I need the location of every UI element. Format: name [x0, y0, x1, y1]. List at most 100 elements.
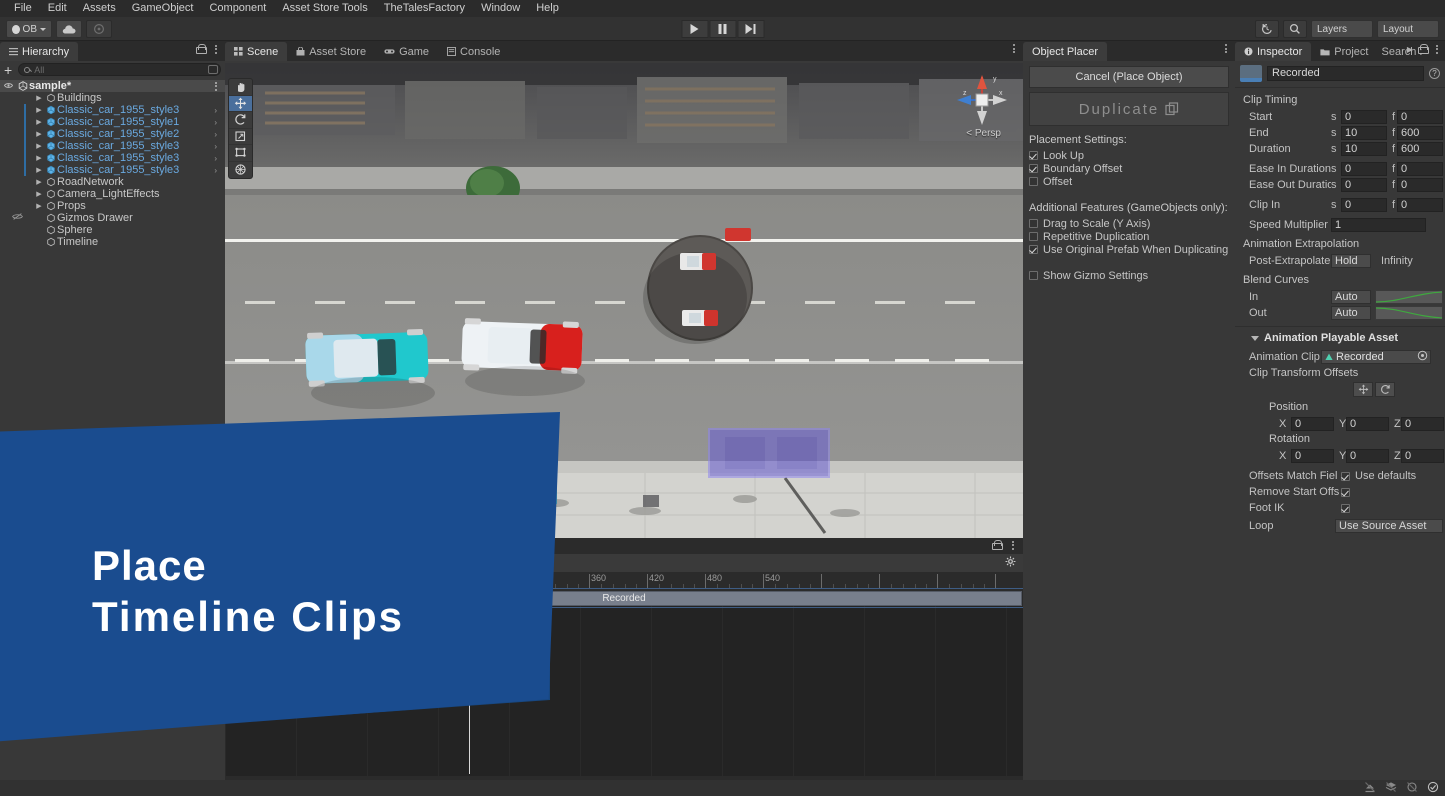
hierarchy-item-car-5[interactable]: ▶ Classic_car_1955_style3 › [0, 152, 225, 164]
scene-visibility-icon[interactable] [2, 80, 14, 92]
animation-playable-asset-foldout[interactable]: Animation Playable Asset [1235, 330, 1445, 346]
rect-tool-button[interactable] [229, 145, 252, 162]
hierarchy-item-timeline[interactable]: Timeline [0, 236, 225, 248]
tab-hierarchy[interactable]: Hierarchy [0, 42, 78, 61]
menu-item-help[interactable]: Help [528, 0, 567, 17]
rotate-offset-button[interactable] [1375, 382, 1395, 397]
menu-item-file[interactable]: File [6, 0, 40, 17]
option-use-original-prefab[interactable]: Use Original Prefab When Duplicating [1029, 243, 1229, 256]
checkbox[interactable] [1029, 219, 1038, 228]
tab-console[interactable]: Console [438, 42, 509, 61]
cloud-button[interactable] [56, 20, 82, 38]
no-gizmo-icon[interactable] [1406, 781, 1418, 796]
hierarchy-item-props[interactable]: ▶ Props [0, 200, 225, 212]
blend-out-dropdown[interactable]: Auto [1331, 306, 1371, 320]
scale-tool-button[interactable] [229, 129, 252, 146]
clip-in-seconds-input[interactable]: 0 [1341, 198, 1387, 212]
pause-button[interactable] [709, 20, 736, 38]
tab-inspector[interactable]: Inspector [1235, 42, 1311, 61]
checkbox[interactable] [1029, 164, 1038, 173]
lock-icon[interactable] [992, 540, 1001, 550]
play-button[interactable] [681, 20, 708, 38]
animation-clip-objectfield[interactable]: Recorded [1321, 350, 1431, 364]
start-seconds-input[interactable]: 0 [1341, 110, 1387, 124]
blend-in-dropdown[interactable]: Auto [1331, 290, 1371, 304]
start-frames-input[interactable]: 0 [1397, 110, 1443, 124]
prefab-open-chevron-icon[interactable]: › [214, 142, 217, 151]
undo-history-button[interactable] [1255, 20, 1279, 38]
prefab-open-chevron-icon[interactable]: › [214, 106, 217, 115]
scene-kebab-icon[interactable] [211, 82, 221, 91]
rotation-z-input[interactable]: 0 [1401, 449, 1444, 463]
layers-status-icon[interactable] [1385, 781, 1397, 796]
kebab-menu-icon[interactable] [1432, 45, 1442, 54]
hierarchy-search-input[interactable]: All [18, 63, 221, 76]
menu-item-component[interactable]: Component [201, 0, 274, 17]
blend-out-curve-preview[interactable] [1375, 306, 1443, 320]
asset-name-field[interactable]: Recorded [1267, 66, 1424, 81]
tab-scene[interactable]: Scene [225, 42, 287, 61]
option-look-up[interactable]: Look Up [1029, 149, 1229, 162]
hierarchy-item-car-4[interactable]: ▶ Classic_car_1955_style3 › [0, 140, 225, 152]
expand-arrow-icon[interactable]: ▶ [34, 130, 44, 138]
blend-in-curve-preview[interactable] [1375, 290, 1443, 304]
expand-arrow-icon[interactable]: ▶ [34, 190, 44, 198]
prefab-open-chevron-icon[interactable]: › [214, 166, 217, 175]
post-extrapolate-dropdown[interactable]: Hold [1331, 254, 1371, 268]
duration-frames-input[interactable]: 600 [1397, 142, 1443, 156]
ease-out-seconds-input[interactable]: 0 [1341, 178, 1387, 192]
position-x-input[interactable]: 0 [1291, 417, 1334, 431]
move-tool-button[interactable] [229, 96, 252, 113]
hidden-object-icon[interactable] [12, 212, 23, 224]
tab-project[interactable]: Project [1311, 42, 1377, 61]
checkbox[interactable] [1029, 232, 1038, 241]
expand-arrow-icon[interactable]: ▶ [34, 142, 44, 150]
option-drag-to-scale[interactable]: Drag to Scale (Y Axis) [1029, 217, 1229, 230]
menu-item-asset-store-tools[interactable]: Asset Store Tools [274, 0, 375, 17]
hierarchy-item-car-6[interactable]: ▶ Classic_car_1955_style3 › [0, 164, 225, 176]
hierarchy-item-gizmos-drawer[interactable]: Gizmos Drawer [0, 212, 225, 224]
clip-in-frames-input[interactable]: 0 [1397, 198, 1443, 212]
cancel-place-object-button[interactable]: Cancel (Place Object) [1029, 66, 1229, 88]
hierarchy-item-car-1[interactable]: ▶ Classic_car_1955_style3 › [0, 104, 225, 116]
expand-arrow-icon[interactable]: ▶ [34, 202, 44, 210]
expand-arrow-icon[interactable]: ▶ [34, 166, 44, 174]
tab-game[interactable]: Game [375, 42, 438, 61]
tab-asset-store[interactable]: Asset Store [287, 42, 375, 61]
add-gameobject-button[interactable]: + [4, 65, 14, 75]
checkbox[interactable] [1029, 177, 1038, 186]
move-offset-button[interactable] [1353, 382, 1373, 397]
expand-arrow-icon[interactable]: ▶ [34, 106, 44, 114]
lock-icon[interactable] [196, 44, 205, 54]
rotation-x-input[interactable]: 0 [1291, 449, 1334, 463]
option-repetitive-duplication[interactable]: Repetitive Duplication [1029, 230, 1229, 243]
kebab-menu-icon[interactable] [1008, 541, 1018, 550]
rotation-y-input[interactable]: 0 [1346, 449, 1389, 463]
check-icon[interactable] [1427, 781, 1439, 796]
remove-start-offset-checkbox[interactable] [1341, 488, 1350, 497]
hierarchy-item-sphere[interactable]: Sphere [0, 224, 225, 236]
prefab-open-chevron-icon[interactable]: › [214, 118, 217, 127]
duration-seconds-input[interactable]: 10 [1341, 142, 1387, 156]
expand-arrow-icon[interactable]: ▶ [34, 94, 44, 102]
tab-overflow-arrow-icon[interactable]: ▶ [1407, 45, 1413, 54]
ease-in-frames-input[interactable]: 0 [1397, 162, 1443, 176]
collab-button[interactable] [86, 20, 112, 38]
rotate-tool-button[interactable] [229, 112, 252, 129]
duplicate-button[interactable]: Duplicate [1029, 92, 1229, 126]
kebab-menu-icon[interactable] [1009, 44, 1019, 53]
offsets-match-checkbox[interactable] [1341, 472, 1350, 481]
ease-in-seconds-input[interactable]: 0 [1341, 162, 1387, 176]
speed-multiplier-input[interactable]: 1 [1331, 218, 1426, 232]
prefab-open-chevron-icon[interactable]: › [214, 154, 217, 163]
menu-item-gameobject[interactable]: GameObject [124, 0, 202, 17]
loop-dropdown[interactable]: Use Source Asset [1335, 519, 1443, 533]
kebab-menu-icon[interactable] [1221, 44, 1231, 53]
layout-dropdown[interactable]: Layout [1377, 20, 1439, 38]
lock-icon[interactable] [1418, 44, 1427, 54]
search-filter-icon[interactable] [208, 65, 218, 74]
hierarchy-item-car-3[interactable]: ▶ Classic_car_1955_style2 › [0, 128, 225, 140]
prefab-open-chevron-icon[interactable]: › [214, 130, 217, 139]
menu-item-window[interactable]: Window [473, 0, 528, 17]
hierarchy-item-buildings[interactable]: ▶ Buildings [0, 92, 225, 104]
